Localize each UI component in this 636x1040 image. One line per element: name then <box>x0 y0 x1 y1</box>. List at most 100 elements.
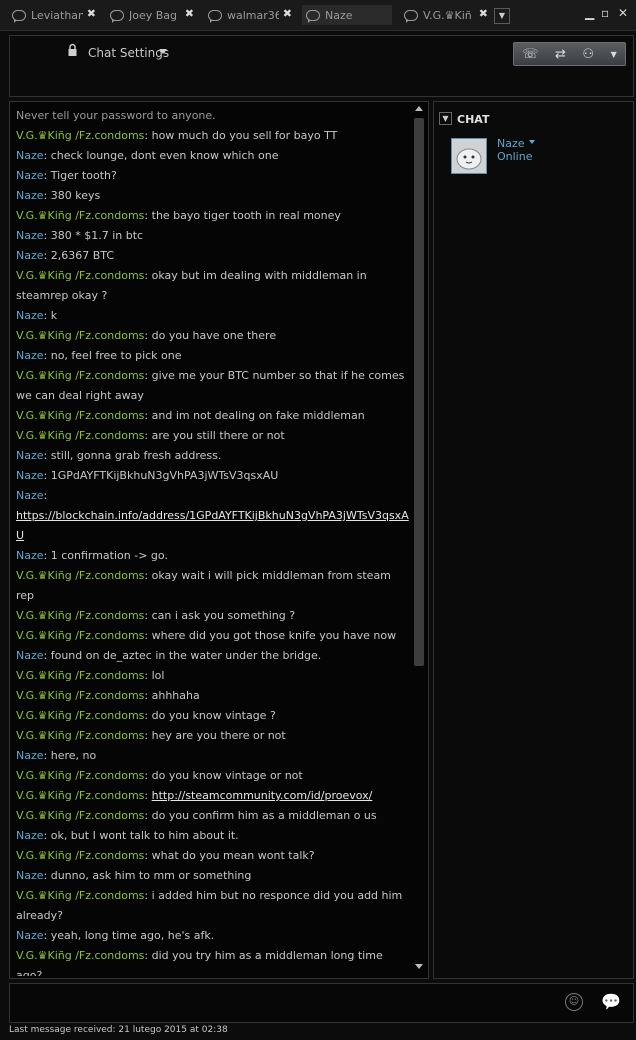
chat-bubble-icon <box>306 9 320 23</box>
sender-name[interactable]: V.G.♛Kiñg /Fz.condoms <box>16 769 144 782</box>
sender-name[interactable]: V.G.♛Kiñg /Fz.condoms <box>16 949 144 962</box>
close-window-icon[interactable]: ✕ <box>618 6 628 20</box>
chat-bubble-icon <box>12 9 26 23</box>
message-row: Never tell your password to anyone. <box>16 106 411 126</box>
minimize-icon[interactable]: ▁ <box>585 6 594 20</box>
message-text: : still, gonna grab fresh address. <box>43 449 222 462</box>
sender-name[interactable]: Naze <box>16 869 44 882</box>
sender-name[interactable]: Naze <box>16 749 44 762</box>
chat-bubble-icon <box>404 9 418 23</box>
chevron-down-icon[interactable] <box>529 140 535 144</box>
tab-label: Leviathan. <box>31 8 83 22</box>
sender-name[interactable]: V.G.♛Kiñg /Fz.condoms <box>16 789 144 802</box>
sender-name[interactable]: Naze <box>16 829 44 842</box>
message-list[interactable]: Never tell your password to anyone. V.G.♛… <box>16 106 411 976</box>
message-row: Naze: Tiger tooth? <box>16 166 411 186</box>
message-text: : what do you mean wont talk? <box>144 849 315 862</box>
tab-bar: Leviathan. ✖ Joey Bag ... ✖ walmar36 ✖ N… <box>0 0 636 31</box>
sender-name[interactable]: Naze <box>16 189 44 202</box>
sender-name[interactable]: V.G.♛Kiñg /Fz.condoms <box>16 369 144 382</box>
sender-name[interactable]: V.G.♛Kiñg /Fz.condoms <box>16 809 144 822</box>
sender-name[interactable]: Naze <box>16 309 44 322</box>
message-text: : are you still there or not <box>144 429 285 442</box>
send-icon[interactable]: 💬 <box>601 992 621 1011</box>
message-text: : ahhhaha <box>144 689 200 702</box>
chevron-down-icon[interactable]: ▼ <box>611 50 617 59</box>
sender-name[interactable]: V.G.♛Kiñg /Fz.condoms <box>16 669 144 682</box>
tab-vg-king[interactable]: V.G.♛Kiñ ✖ <box>400 5 490 25</box>
message-row: Naze: here, no <box>16 746 411 766</box>
maximize-icon[interactable]: ▫ <box>601 6 609 20</box>
avatar[interactable] <box>451 138 487 174</box>
message-link[interactable]: https://blockchain.info/address/1GPdAYFT… <box>16 509 409 542</box>
sender-name[interactable]: Naze <box>16 649 44 662</box>
message-text: : <box>43 489 48 502</box>
message-link[interactable]: http://steamcommunity.com/id/proevox/ <box>152 789 373 802</box>
sender-name[interactable]: V.G.♛Kiñg /Fz.condoms <box>16 569 144 582</box>
tab-label: walmar36 <box>227 8 279 22</box>
message-row: Naze: still, gonna grab fresh address. <box>16 446 411 466</box>
sender-name[interactable]: Naze <box>16 469 44 482</box>
close-icon[interactable]: ✖ <box>283 7 292 20</box>
message-text: : 380 * $1.7 in btc <box>43 229 144 242</box>
tab-overflow-dropdown[interactable]: ▼ <box>494 8 510 24</box>
transfer-icon[interactable]: ⇄ <box>555 47 566 62</box>
scroll-up-arrow[interactable] <box>415 106 423 111</box>
tab-label: V.G.♛Kiñ <box>423 8 472 22</box>
sender-name[interactable]: Naze <box>16 929 44 942</box>
sender-name[interactable]: V.G.♛Kiñg /Fz.condoms <box>16 209 144 222</box>
close-icon[interactable]: ✖ <box>185 7 194 20</box>
sender-name[interactable]: V.G.♛Kiñg /Fz.condoms <box>16 609 144 622</box>
sender-name[interactable]: V.G.♛Kiñg /Fz.condoms <box>16 889 144 902</box>
sender-name[interactable]: V.G.♛Kiñg /Fz.condoms <box>16 429 144 442</box>
sender-name[interactable]: V.G.♛Kiñg /Fz.condoms <box>16 269 144 282</box>
message-text: : do you know vintage ? <box>144 709 276 722</box>
tab-walmar36[interactable]: walmar36 ✖ <box>204 5 294 25</box>
sender-name[interactable]: V.G.♛Kiñg /Fz.condoms <box>16 849 144 862</box>
sender-name[interactable]: Naze <box>16 349 44 362</box>
sender-name[interactable]: Naze <box>16 249 44 262</box>
chat-bubble-icon <box>110 9 124 23</box>
sender-name[interactable]: Naze <box>16 169 44 182</box>
message-row: Naze: dunno, ask him to mm or something <box>16 866 411 886</box>
tab-naze[interactable]: Naze <box>302 5 392 25</box>
sender-name[interactable]: V.G.♛Kiñg /Fz.condoms <box>16 729 144 742</box>
message-text: : where did you got those knife you have… <box>144 629 397 642</box>
message-row: V.G.♛Kiñg /Fz.condoms: i added him but n… <box>16 886 411 926</box>
sender-name[interactable]: V.G.♛Kiñg /Fz.condoms <box>16 409 144 422</box>
message-row: V.G.♛Kiñg /Fz.condoms: do you have one t… <box>16 326 411 346</box>
message-text: : can i ask you something ? <box>144 609 296 622</box>
chat-settings-button[interactable]: Chat Settings <box>88 46 169 60</box>
scroll-down-arrow[interactable] <box>415 964 423 969</box>
message-text: : found on de_aztec in the water under t… <box>43 649 322 662</box>
collapse-icon[interactable]: ▼ <box>439 112 452 125</box>
tab-leviathan[interactable]: Leviathan. ✖ <box>8 5 98 25</box>
sender-name[interactable]: V.G.♛Kiñg /Fz.condoms <box>16 629 144 642</box>
sender-name[interactable]: Naze <box>16 229 44 242</box>
sender-name[interactable]: Naze <box>16 489 44 502</box>
sender-name[interactable]: V.G.♛Kiñg /Fz.condoms <box>16 129 144 142</box>
message-row: Naze: check lounge, dont even know which… <box>16 146 411 166</box>
close-icon[interactable]: ✖ <box>479 7 488 20</box>
sender-name[interactable]: V.G.♛Kiñg /Fz.condoms <box>16 709 144 722</box>
sender-name[interactable]: V.G.♛Kiñg /Fz.condoms <box>16 329 144 342</box>
sender-name[interactable]: Naze <box>16 549 44 562</box>
message-text: : the bayo tiger tooth in real money <box>144 209 341 222</box>
group-icon[interactable]: ⚇ <box>582 47 594 62</box>
message-row: Naze: ok, but I wont talk to him about i… <box>16 826 411 846</box>
emoji-icon[interactable]: ☺ <box>565 993 583 1011</box>
message-text: : and im not dealing on fake middleman <box>144 409 365 422</box>
chevron-down-icon[interactable] <box>159 49 167 54</box>
tab-joey-bag[interactable]: Joey Bag ... ✖ <box>106 5 196 25</box>
sender-name[interactable]: Naze <box>16 449 44 462</box>
message-input[interactable] <box>9 983 634 1023</box>
message-row: V.G.♛Kiñg /Fz.condoms: how much do you s… <box>16 126 411 146</box>
message-row: V.G.♛Kiñg /Fz.condoms: did you try him a… <box>16 946 411 976</box>
sender-name[interactable]: Naze <box>16 149 44 162</box>
close-icon[interactable]: ✖ <box>87 7 96 20</box>
scrollbar-thumb[interactable] <box>414 118 424 666</box>
sender-name[interactable]: V.G.♛Kiñg /Fz.condoms <box>16 689 144 702</box>
message-text: : do you have one there <box>144 329 277 342</box>
member-name[interactable]: Naze <box>497 137 525 150</box>
phone-icon[interactable]: ☏ <box>522 47 538 62</box>
